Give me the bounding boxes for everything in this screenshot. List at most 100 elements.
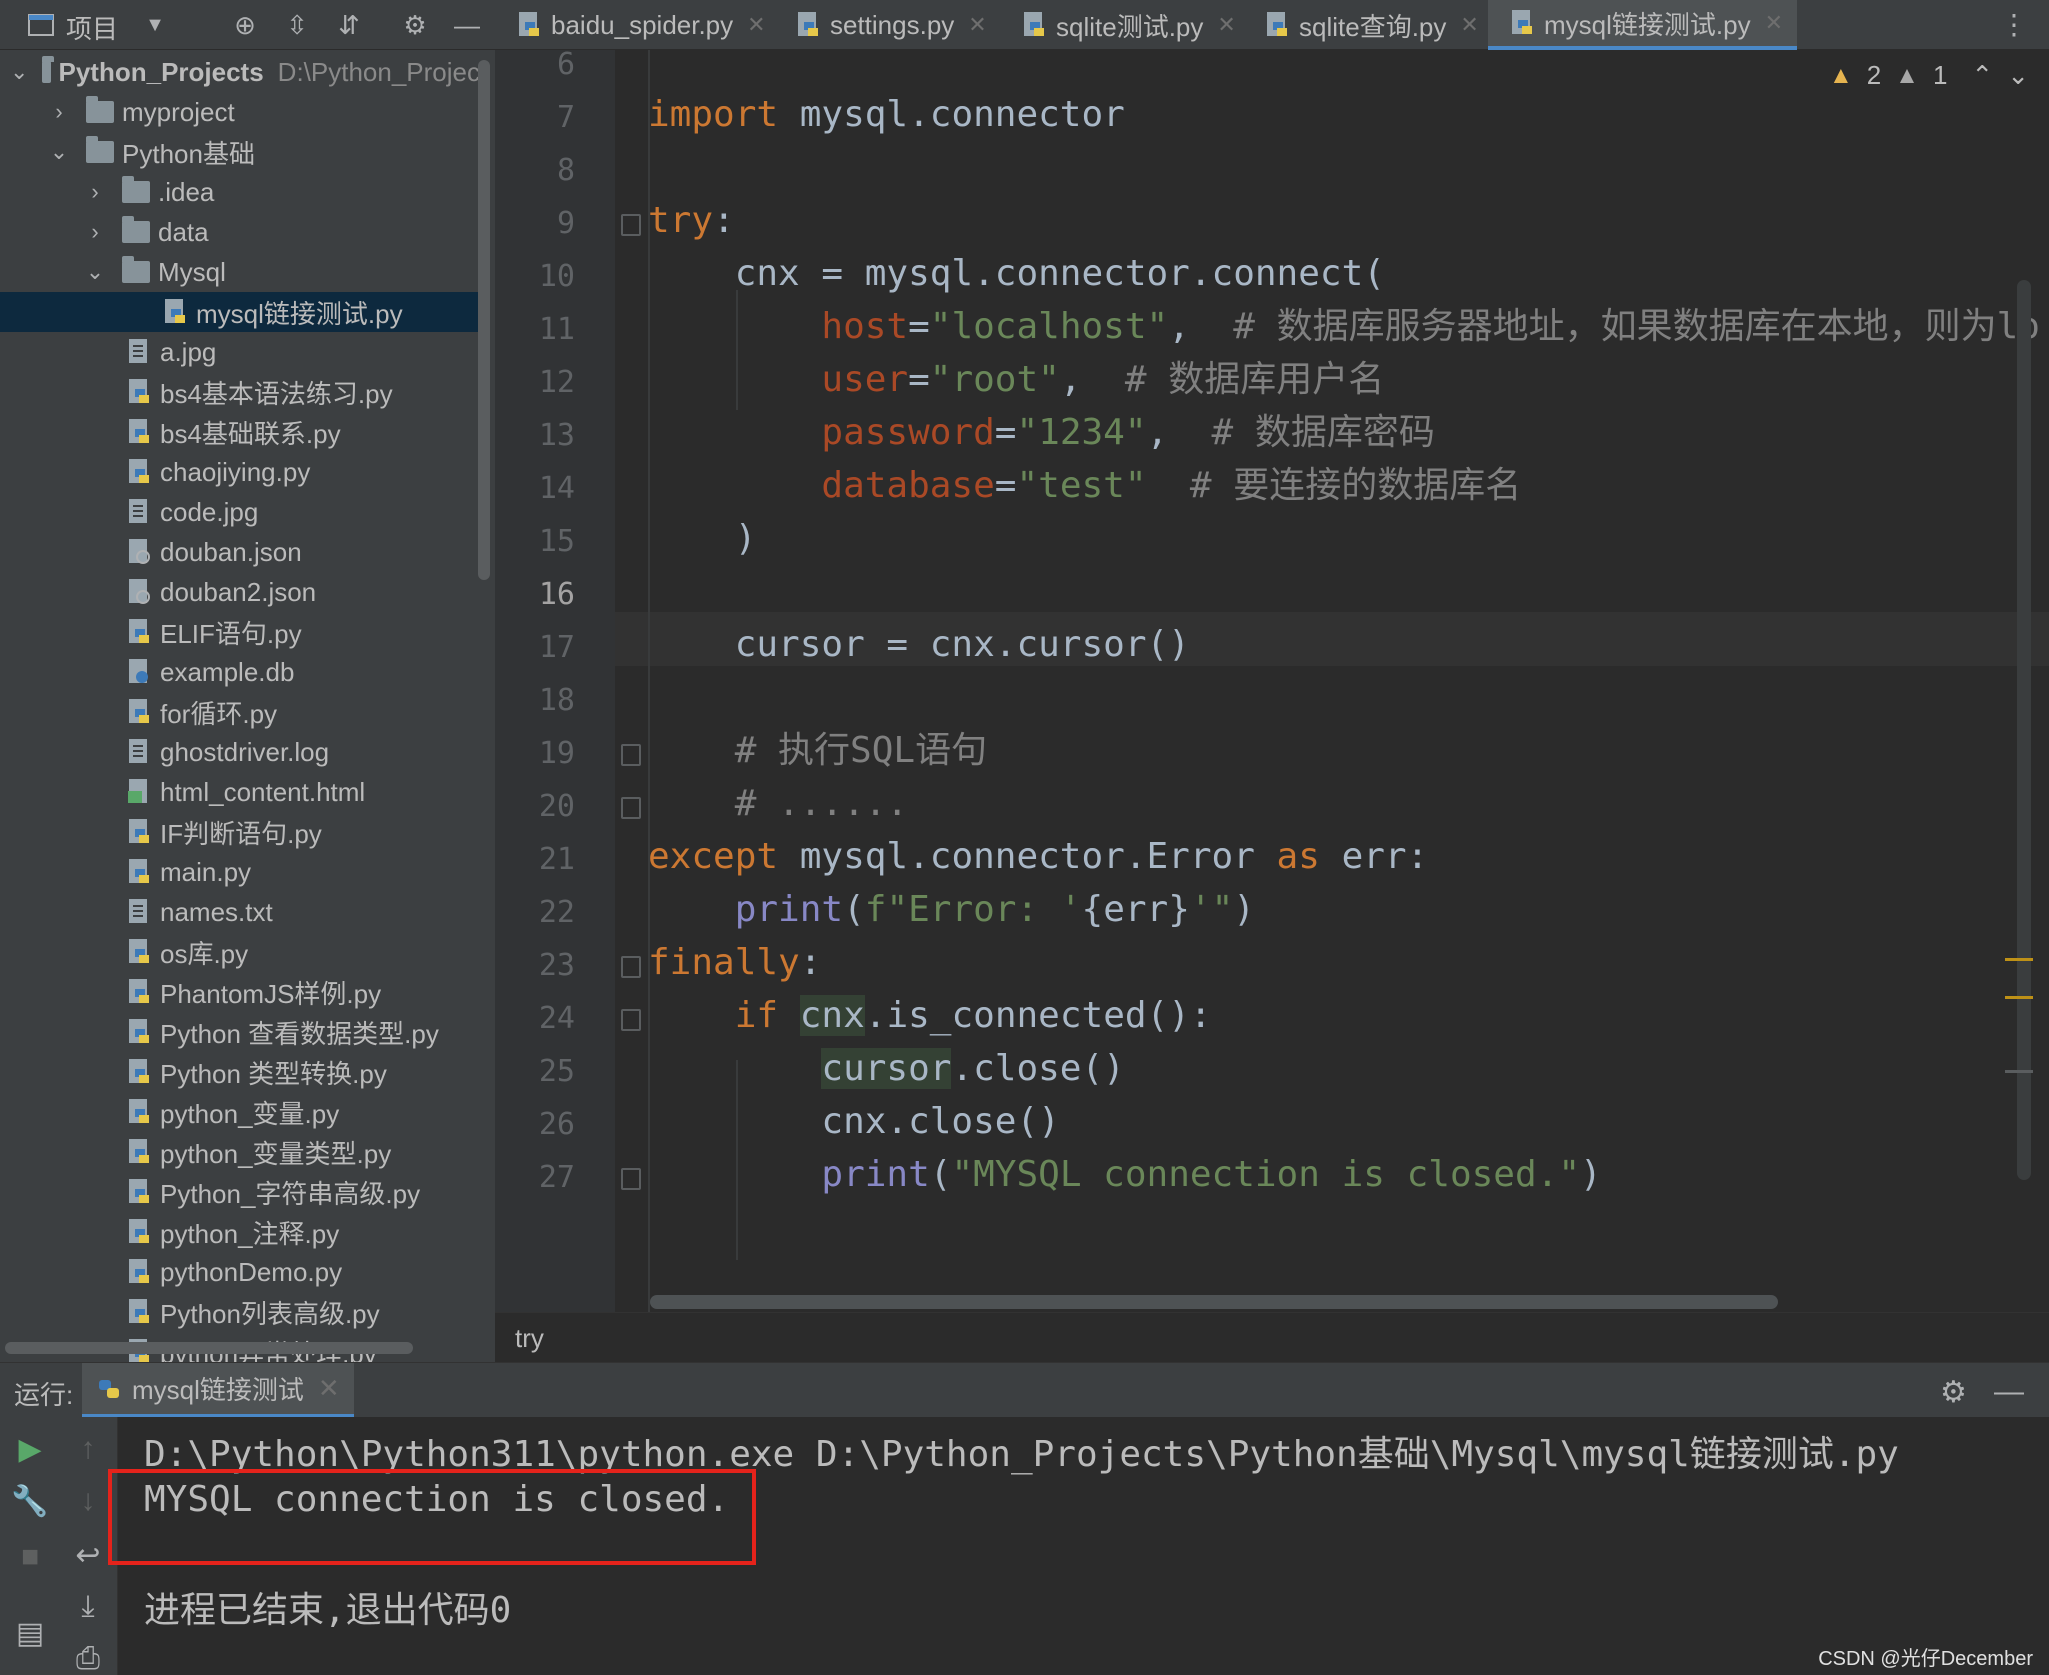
locate-file-icon[interactable]: ⊕ [228, 8, 262, 42]
close-icon[interactable]: ✕ [968, 12, 986, 38]
fold-marker-icon[interactable] [621, 1009, 641, 1031]
chevron-down-icon[interactable]: ⌄ [82, 259, 108, 285]
tree-file-item[interactable]: Python列表高级.py [0, 1292, 480, 1332]
arrow-down-icon[interactable]: ↓ [68, 1481, 108, 1521]
minimize-icon[interactable]: — [450, 8, 484, 42]
fold-marker-icon[interactable] [621, 956, 641, 978]
tree-file-item[interactable]: pythonDemo.py [0, 1252, 480, 1292]
close-icon[interactable]: ✕ [1217, 12, 1235, 38]
tree-file-item[interactable]: code.jpg [0, 492, 480, 532]
tree-item-selected[interactable]: mysql链接测试.py [0, 292, 480, 332]
editor-horizontal-scrollbar[interactable] [650, 1295, 1778, 1309]
tree-file-item[interactable]: douban.json [0, 532, 480, 572]
tree-file-item[interactable]: html_content.html [0, 772, 480, 812]
gear-icon[interactable]: ⚙ [1940, 1375, 1967, 1410]
rerun-icon[interactable]: ▶ [10, 1429, 50, 1469]
code-line: try: [648, 194, 735, 248]
tree-file-item[interactable]: bs4基础联系.py [0, 412, 480, 452]
tree-file-item[interactable]: Python 查看数据类型.py [0, 1012, 480, 1052]
tree-file-item[interactable]: main.py [0, 852, 480, 892]
tree-item[interactable]: › data [0, 212, 480, 252]
tree-scrollbar[interactable] [478, 60, 490, 580]
chevron-right-icon[interactable]: › [46, 99, 72, 125]
editor-scrollbar[interactable] [2017, 280, 2031, 1180]
run-tab[interactable]: mysql链接测试 ✕ [82, 1363, 354, 1418]
project-panel-title[interactable]: 项目 [66, 9, 118, 46]
tree-file-item[interactable]: bs4基本语法练习.py [0, 372, 480, 412]
tree-file-item[interactable]: ELIF语句.py [0, 612, 480, 652]
collapse-all-icon[interactable]: ⇵ [332, 8, 366, 42]
tree-file-item[interactable]: python_变量类型.py [0, 1132, 480, 1172]
warning-marker[interactable] [2005, 1070, 2033, 1073]
inspection-widget[interactable]: ▲ 2 ▲ 1 ⌃ ⌄ [1829, 60, 2029, 91]
tab-baidu-spider[interactable]: baidu_spider.py ✕ [515, 0, 766, 50]
print-icon[interactable]: ⎙ [68, 1639, 108, 1675]
close-icon[interactable]: ✕ [747, 12, 765, 38]
tab-mysql-test[interactable]: mysql链接测试.py ✕ [1488, 0, 1798, 50]
tab-settings[interactable]: settings.py ✕ [794, 0, 987, 50]
tab-sqlite-test[interactable]: sqlite测试.py ✕ [1020, 0, 1236, 50]
tree-file-item[interactable]: names.txt [0, 892, 480, 932]
close-icon[interactable]: ✕ [318, 1373, 340, 1404]
expand-all-icon[interactable]: ⇳ [280, 8, 314, 42]
fold-marker-icon[interactable] [621, 797, 641, 819]
fold-marker-icon[interactable] [621, 214, 641, 236]
warning-marker[interactable] [2005, 996, 2033, 999]
tree-file-item[interactable]: python_变量.py [0, 1092, 480, 1132]
soft-wrap-icon[interactable]: ↩ [68, 1535, 108, 1575]
tree-file-item[interactable]: a.jpg [0, 332, 480, 372]
fold-marker-icon[interactable] [621, 744, 641, 766]
code-token: password [821, 412, 995, 453]
tree-file-item[interactable]: example.db [0, 652, 480, 692]
code-editor[interactable]: 6 7 8 9 10 11 12 13 14 15 16 17 18 19 20 21 22 23 24 25 26 27… [495, 50, 2049, 1312]
wrench-icon[interactable]: 🔧 [10, 1481, 50, 1521]
arrow-up-icon[interactable]: ↑ [68, 1429, 108, 1469]
chevron-down-icon[interactable]: ⌄ [2007, 60, 2029, 91]
tree-file-item[interactable]: chaojiying.py [0, 452, 480, 492]
tree-file-item[interactable]: os库.py [0, 932, 480, 972]
breadcrumb-item[interactable]: try [515, 1323, 544, 1354]
close-icon[interactable]: ✕ [1765, 10, 1783, 36]
tree-file-item[interactable]: Python 类型转换.py [0, 1052, 480, 1092]
stop-icon[interactable]: ■ [10, 1537, 50, 1577]
close-icon[interactable]: ✕ [1460, 12, 1478, 38]
layout-icon[interactable]: ▤ [10, 1613, 50, 1653]
tree-file-item[interactable]: ghostdriver.log [0, 732, 480, 772]
line-number: 13 [538, 418, 575, 453]
gear-icon[interactable]: ⚙ [398, 8, 432, 42]
tree-file-item[interactable]: Python_字符串高级.py [0, 1172, 480, 1212]
tree-file-item[interactable]: douban2.json [0, 572, 480, 612]
code-token: {err} [1081, 889, 1190, 930]
warning-marker[interactable] [2005, 958, 2033, 961]
tab-sqlite-query[interactable]: sqlite查询.py ✕ [1263, 0, 1479, 50]
code-line: if cnx.is_connected(): [648, 989, 1212, 1043]
python-file-icon [129, 939, 149, 963]
chevron-down-icon[interactable]: ▼ [138, 8, 172, 42]
tree-item[interactable]: › .idea [0, 172, 480, 212]
chevron-down-icon[interactable]: ⌄ [46, 139, 72, 165]
scroll-to-end-icon[interactable]: ⤓ [68, 1587, 108, 1627]
tree-item-label: Python 查看数据类型.py [160, 1018, 439, 1049]
weak-warning-count: 1 [1932, 60, 1948, 90]
chevron-right-icon[interactable]: › [82, 219, 108, 245]
project-window-icon[interactable] [24, 8, 58, 42]
tree-file-item[interactable]: for循环.py [0, 692, 480, 732]
tree-file-item[interactable]: IF判断语句.py [0, 812, 480, 852]
chevron-right-icon[interactable]: › [82, 179, 108, 205]
folder-icon [122, 216, 150, 243]
tree-item[interactable]: › myproject [0, 92, 480, 132]
fold-marker-icon[interactable] [621, 1168, 641, 1190]
minimize-icon[interactable]: — [1994, 1375, 2024, 1409]
tree-horizontal-scrollbar[interactable] [5, 1342, 413, 1354]
more-tabs-icon[interactable]: ⋮ [2000, 8, 2028, 41]
tree-file-item[interactable]: python_注释.py [0, 1212, 480, 1252]
tree-item-label: python_注释.py [160, 1218, 340, 1249]
breadcrumb[interactable]: try [495, 1312, 2049, 1362]
tree-root[interactable]: ⌄ Python_Projects D:\Python_Projec [0, 52, 480, 92]
chevron-down-icon[interactable]: ⌄ [10, 59, 28, 85]
tree-item[interactable]: ⌄ Python基础 [0, 132, 480, 172]
chevron-up-icon[interactable]: ⌃ [1971, 60, 1993, 91]
tree-file-item[interactable]: PhantomJS样例.py [0, 972, 480, 1012]
tree-item[interactable]: ⌄ Mysql [0, 252, 480, 292]
